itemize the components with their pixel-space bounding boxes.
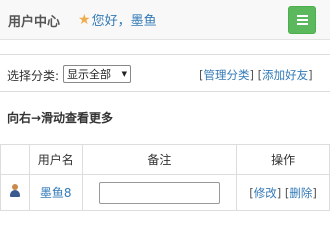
- row-note-cell: [81, 174, 238, 211]
- filter-links: [管理分类] [添加好友]: [199, 68, 313, 82]
- manage-category-link[interactable]: 管理分类: [204, 68, 250, 82]
- star-icon: ★: [78, 11, 91, 28]
- delete-link[interactable]: 删除: [289, 186, 312, 200]
- hamburger-menu-icon: [297, 15, 308, 27]
- filter-bar: 选择分类: 显示全部 ▼ [管理分类] [添加好友]: [0, 54, 330, 92]
- greeting-text: 您好，墨鱼: [91, 14, 157, 29]
- category-select[interactable]: 显示全部 ▼: [63, 65, 131, 83]
- header-actions: 操作: [236, 144, 330, 175]
- row-icon-cell: [0, 174, 30, 211]
- header-icon-col: [0, 144, 30, 175]
- edit-link[interactable]: 修改: [254, 186, 277, 200]
- friends-table: 用户名 备注 操作 墨鱼8 [修改] [删除]: [0, 144, 330, 211]
- table-row: 墨鱼8 [修改] [删除]: [0, 174, 330, 211]
- username-link[interactable]: 墨鱼8: [30, 184, 82, 201]
- filter-label: 选择分类:: [7, 69, 60, 83]
- user-avatar-icon: [9, 184, 21, 198]
- header-note: 备注: [81, 144, 238, 175]
- row-actions-cell: [修改] [删除]: [236, 174, 330, 211]
- user-greeting[interactable]: ★ 您好，墨鱼: [78, 10, 157, 30]
- menu-toggle-button[interactable]: [288, 6, 316, 34]
- note-input[interactable]: [98, 181, 220, 204]
- add-friend-link[interactable]: 添加好友: [262, 68, 308, 82]
- category-select-value: 显示全部: [67, 68, 111, 81]
- brand-title[interactable]: 用户中心: [8, 11, 60, 30]
- caret-down-icon: ▼: [121, 70, 127, 78]
- scroll-hint: 向右→滑动查看更多: [7, 111, 114, 125]
- header-username: 用户名: [28, 144, 83, 175]
- row-name-cell: 墨鱼8: [28, 174, 83, 211]
- table-header-row: 用户名 备注 操作: [0, 144, 330, 175]
- top-nav: 用户中心 ★ 您好，墨鱼: [0, 0, 330, 40]
